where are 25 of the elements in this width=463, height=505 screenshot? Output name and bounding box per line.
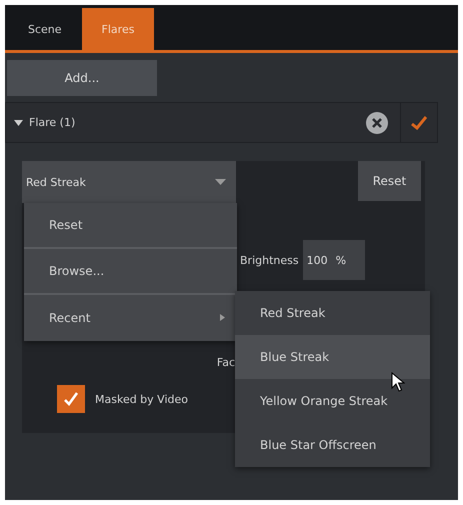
partial-label: Fac [216, 356, 235, 369]
check-icon[interactable] [411, 116, 427, 130]
dropdown-arrow-icon [215, 179, 226, 185]
reset-button[interactable]: Reset [358, 161, 421, 201]
tab[interactable]: Scene [8, 8, 82, 50]
menu-item[interactable]: Blue Star Offscreen [235, 423, 430, 467]
brightness-label: Brightness [240, 254, 299, 266]
menu-item[interactable]: Red Streak [235, 291, 430, 335]
close-icon[interactable] [366, 112, 388, 134]
percent-unit: % [336, 254, 346, 266]
mouse-cursor-icon [391, 372, 405, 392]
flare-title: Flare (1) [29, 116, 76, 129]
expand-triangle-icon[interactable] [14, 120, 23, 126]
menu-item[interactable]: Recent [24, 295, 237, 341]
preset-dropdown[interactable]: Red Streak [22, 161, 236, 203]
brightness-field[interactable]: 100 % [302, 240, 365, 280]
checkmark-icon [63, 391, 79, 407]
submenu-arrow-icon [220, 314, 225, 322]
checkbox-label: Masked by Video [95, 392, 188, 406]
menu-item[interactable]: Reset [24, 203, 237, 249]
checkbox[interactable] [57, 385, 85, 413]
menu-item[interactable]: Blue Streak [235, 335, 430, 379]
menu-item[interactable]: Browse... [24, 249, 237, 295]
menu-item[interactable]: Yellow Orange Streak [235, 379, 430, 423]
add-button[interactable]: Add... [7, 60, 157, 96]
